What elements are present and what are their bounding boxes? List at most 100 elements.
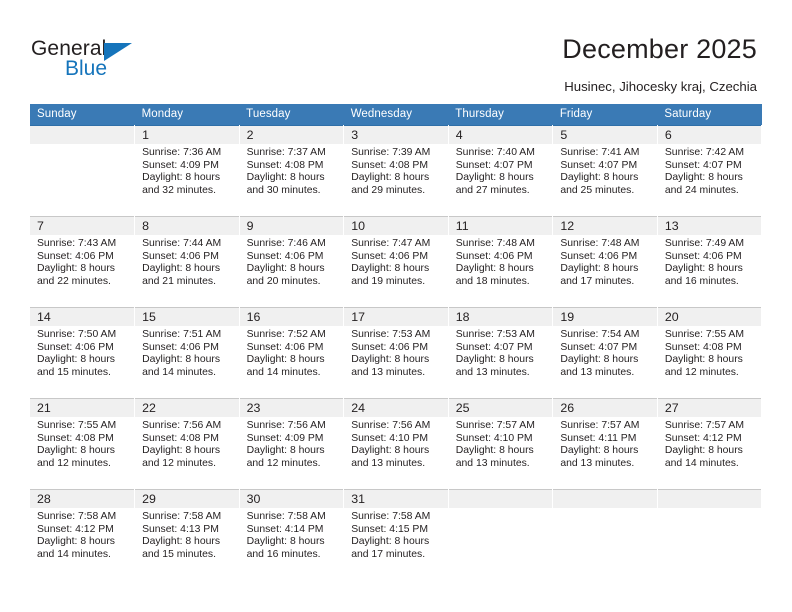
- daylight-text: and 19 minutes.: [351, 275, 426, 287]
- day-details: Sunrise: 7:39 AM Sunset: 4:08 PM Daylight:…: [344, 144, 448, 197]
- weekday-header-thursday: Thursday: [448, 104, 553, 126]
- calendar-day-cell[interactable]: 8 Sunrise: 7:44 AM Sunset: 4:06 PM Daylight…: [134, 216, 240, 308]
- daylight-text: Daylight: 8 hours: [246, 536, 325, 548]
- calendar-day-cell[interactable]: 5 Sunrise: 7:41 AM Sunset: 4:07 PM Daylight…: [552, 125, 658, 217]
- sunset-text: Sunset: 4:11 PM: [560, 432, 637, 444]
- daylight-text: Daylight: 8 hours: [37, 536, 115, 548]
- day-number: 27: [657, 399, 762, 417]
- day-details: Sunrise: 7:48 AM Sunset: 4:06 PM Daylight:…: [553, 235, 657, 288]
- calendar-day-cell[interactable]: 15 Sunrise: 7:51 AM Sunset: 4:06 PM Dayligh…: [134, 307, 240, 399]
- calendar-day-cell[interactable]: 21 Sunrise: 7:55 AM Sunset: 4:08 PM Dayligh…: [30, 398, 136, 490]
- calendar-day-cell[interactable]: 18 Sunrise: 7:53 AM Sunset: 4:07 PM Dayligh…: [448, 307, 554, 399]
- daylight-text: Daylight: 8 hours: [351, 354, 430, 366]
- daylight-text: and 12 minutes.: [664, 366, 739, 378]
- day-number: 18: [448, 308, 553, 326]
- day-details: Sunrise: 7:56 AM Sunset: 4:08 PM Daylight:…: [135, 417, 239, 470]
- sunrise-text: Sunrise: 7:55 AM: [664, 329, 745, 340]
- calendar-day-cell[interactable]: 27 Sunrise: 7:57 AM Sunset: 4:12 PM Dayligh…: [657, 398, 763, 490]
- calendar-day-cell[interactable]: 7 Sunrise: 7:43 AM Sunset: 4:06 PM Daylight…: [30, 216, 136, 308]
- calendar-day-cell[interactable]: 10 Sunrise: 7:47 AM Sunset: 4:06 PM Dayligh…: [343, 216, 449, 308]
- daylight-text: Daylight: 8 hours: [351, 536, 430, 548]
- calendar-day-cell[interactable]: 4 Sunrise: 7:40 AM Sunset: 4:07 PM Daylight…: [448, 125, 554, 217]
- daylight-text: and 13 minutes.: [560, 457, 635, 469]
- calendar-day-cell-empty: [657, 489, 763, 580]
- calendar-table: Sunday Monday Tuesday Wednesday Thursday Frid…: [30, 104, 763, 580]
- calendar-day-cell[interactable]: 17 Sunrise: 7:53 AM Sunset: 4:06 PM Dayligh…: [343, 307, 449, 399]
- daylight-text: and 12 minutes.: [246, 457, 321, 469]
- daylight-text: Daylight: 8 hours: [142, 354, 221, 366]
- daylight-text: and 15 minutes.: [37, 366, 111, 378]
- day-details: Sunrise: 7:37 AM Sunset: 4:08 PM Daylight:…: [240, 144, 344, 197]
- daylight-text: Daylight: 8 hours: [142, 445, 221, 457]
- daylight-text: and 17 minutes.: [351, 548, 426, 560]
- daylight-text: Daylight: 8 hours: [246, 354, 325, 366]
- weekday-header-monday: Monday: [134, 104, 240, 126]
- daylight-text: and 21 minutes.: [142, 275, 216, 287]
- day-details: Sunrise: 7:43 AM Sunset: 4:06 PM Daylight:…: [30, 235, 134, 288]
- calendar-page: General Blue December 2025 Husinec, Jiho…: [0, 0, 792, 612]
- sunset-text: Sunset: 4:07 PM: [455, 341, 533, 353]
- brand-logo[interactable]: General Blue: [31, 38, 161, 86]
- day-details: [553, 508, 657, 511]
- daylight-text: Daylight: 8 hours: [246, 172, 325, 184]
- calendar-day-cell[interactable]: 24 Sunrise: 7:56 AM Sunset: 4:10 PM Dayligh…: [343, 398, 449, 490]
- calendar-day-cell[interactable]: 22 Sunrise: 7:56 AM Sunset: 4:08 PM Dayligh…: [134, 398, 240, 490]
- calendar-day-cell[interactable]: 19 Sunrise: 7:54 AM Sunset: 4:07 PM Dayligh…: [552, 307, 658, 399]
- calendar-day-cell[interactable]: 9 Sunrise: 7:46 AM Sunset: 4:06 PM Daylight…: [239, 216, 345, 308]
- calendar-day-cell[interactable]: 2 Sunrise: 7:37 AM Sunset: 4:08 PM Daylight…: [239, 125, 345, 217]
- calendar-day-cell[interactable]: 23 Sunrise: 7:56 AM Sunset: 4:09 PM Dayligh…: [239, 398, 345, 490]
- sunset-text: Sunset: 4:07 PM: [664, 159, 742, 171]
- sunset-text: Sunset: 4:09 PM: [246, 432, 324, 444]
- calendar-day-cell[interactable]: 20 Sunrise: 7:55 AM Sunset: 4:08 PM Dayligh…: [657, 307, 763, 399]
- daylight-text: and 25 minutes.: [560, 184, 635, 196]
- calendar-day-cell[interactable]: 14 Sunrise: 7:50 AM Sunset: 4:06 PM Dayligh…: [30, 307, 136, 399]
- sunset-text: Sunset: 4:12 PM: [664, 432, 742, 444]
- calendar-day-cell[interactable]: 6 Sunrise: 7:42 AM Sunset: 4:07 PM Daylight…: [657, 125, 763, 217]
- day-details: Sunrise: 7:57 AM Sunset: 4:12 PM Daylight:…: [658, 417, 762, 470]
- calendar-day-cell[interactable]: 26 Sunrise: 7:57 AM Sunset: 4:11 PM Dayligh…: [552, 398, 658, 490]
- calendar-week-row: 28 Sunrise: 7:58 AM Sunset: 4:12 PM Dayligh…: [30, 489, 763, 580]
- day-number: 15: [135, 308, 239, 326]
- calendar-day-cell[interactable]: 1 Sunrise: 7:36 AM Sunset: 4:09 PM Daylight…: [134, 125, 240, 217]
- day-details: Sunrise: 7:57 AM Sunset: 4:11 PM Daylight:…: [553, 417, 657, 470]
- day-number: 24: [344, 399, 448, 417]
- weekday-header-wednesday: Wednesday: [343, 104, 449, 126]
- daylight-text: Daylight: 8 hours: [351, 263, 430, 275]
- calendar-day-cell[interactable]: 25 Sunrise: 7:57 AM Sunset: 4:10 PM Dayligh…: [448, 398, 554, 490]
- day-details: Sunrise: 7:54 AM Sunset: 4:07 PM Daylight:…: [553, 326, 657, 379]
- calendar-day-cell[interactable]: 28 Sunrise: 7:58 AM Sunset: 4:12 PM Dayligh…: [30, 489, 136, 580]
- day-number: 22: [135, 399, 239, 417]
- calendar-day-cell[interactable]: 30 Sunrise: 7:58 AM Sunset: 4:14 PM Dayligh…: [239, 489, 345, 580]
- calendar-day-cell[interactable]: 16 Sunrise: 7:52 AM Sunset: 4:06 PM Dayligh…: [239, 307, 345, 399]
- calendar-day-cell[interactable]: 29 Sunrise: 7:58 AM Sunset: 4:13 PM Dayligh…: [134, 489, 240, 580]
- daylight-text: Daylight: 8 hours: [455, 354, 534, 366]
- day-details: Sunrise: 7:58 AM Sunset: 4:15 PM Daylight:…: [344, 508, 448, 561]
- calendar-day-cell[interactable]: 12 Sunrise: 7:48 AM Sunset: 4:06 PM Dayligh…: [552, 216, 658, 308]
- day-details: Sunrise: 7:47 AM Sunset: 4:06 PM Daylight:…: [344, 235, 448, 288]
- sunset-text: Sunset: 4:06 PM: [37, 341, 114, 353]
- sunset-text: Sunset: 4:07 PM: [455, 159, 533, 171]
- sunset-text: Sunset: 4:06 PM: [37, 250, 114, 262]
- sunrise-text: Sunrise: 7:41 AM: [560, 147, 640, 158]
- calendar-day-cell-empty: [448, 489, 554, 580]
- daylight-text: Daylight: 8 hours: [455, 263, 534, 275]
- sunrise-text: Sunrise: 7:46 AM: [246, 238, 326, 249]
- calendar-week-row: 1 Sunrise: 7:36 AM Sunset: 4:09 PM Daylight…: [30, 125, 763, 217]
- sunrise-text: Sunrise: 7:50 AM: [37, 329, 117, 340]
- day-details: Sunrise: 7:58 AM Sunset: 4:13 PM Daylight:…: [135, 508, 239, 561]
- calendar-week-row: 21 Sunrise: 7:55 AM Sunset: 4:08 PM Dayligh…: [30, 398, 763, 490]
- calendar-day-cell[interactable]: 31 Sunrise: 7:58 AM Sunset: 4:15 PM Dayligh…: [343, 489, 449, 580]
- day-number: 16: [239, 308, 344, 326]
- day-number: 21: [30, 399, 135, 417]
- daylight-text: and 13 minutes.: [351, 366, 426, 378]
- sunset-text: Sunset: 4:06 PM: [351, 341, 429, 353]
- sunset-text: Sunset: 4:06 PM: [664, 250, 742, 262]
- calendar-day-cell[interactable]: 11 Sunrise: 7:48 AM Sunset: 4:06 PM Dayligh…: [448, 216, 554, 308]
- calendar-day-cell[interactable]: 13 Sunrise: 7:49 AM Sunset: 4:06 PM Dayligh…: [657, 216, 763, 308]
- day-number: 10: [344, 217, 448, 235]
- sunset-text: Sunset: 4:13 PM: [142, 523, 219, 535]
- calendar-day-cell[interactable]: 3 Sunrise: 7:39 AM Sunset: 4:08 PM Daylight…: [343, 125, 449, 217]
- daylight-text: Daylight: 8 hours: [560, 354, 639, 366]
- brand-triangle-icon: [104, 43, 132, 61]
- day-details: Sunrise: 7:56 AM Sunset: 4:10 PM Daylight:…: [344, 417, 448, 470]
